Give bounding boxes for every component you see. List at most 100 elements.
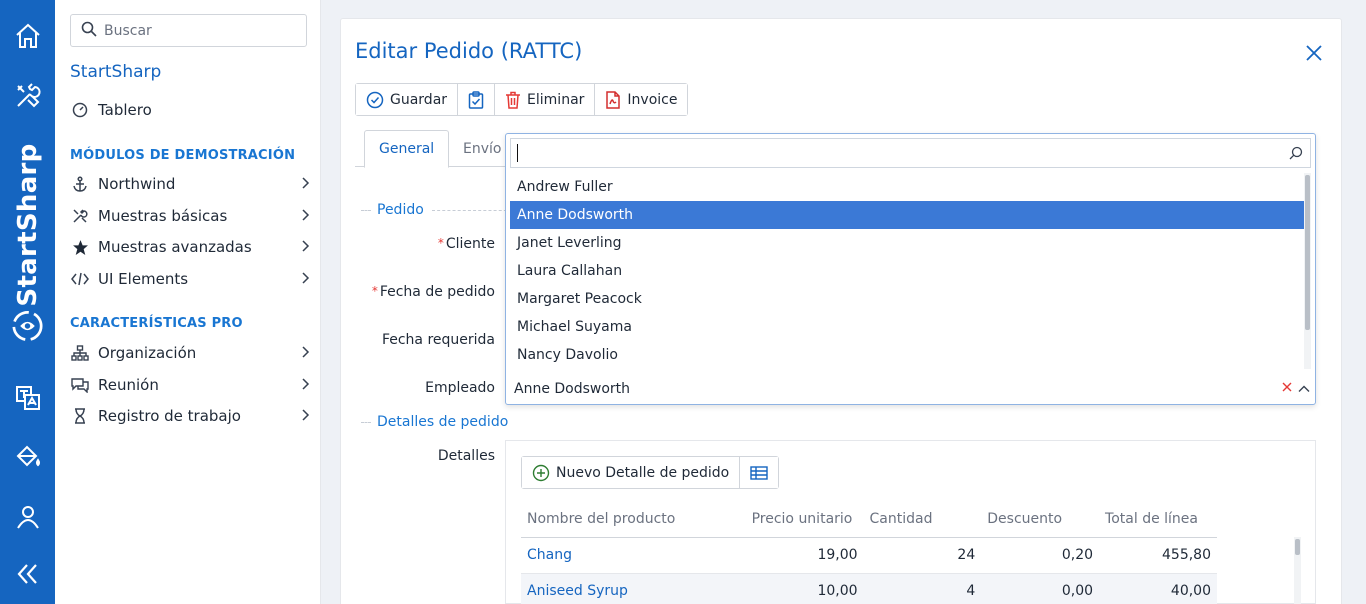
category-details-label: Detalles de pedido <box>377 414 509 430</box>
tab-general[interactable]: General <box>364 130 450 168</box>
table-row: Chang 19,00 24 0,20 455,80 <box>521 537 1217 574</box>
product-link[interactable]: Aniseed Syrup <box>521 573 746 604</box>
sidebar-item-label: Muestras básicas <box>98 207 228 225</box>
table-icon <box>750 465 768 480</box>
chevron-right-icon <box>300 208 310 226</box>
tools-icon[interactable] <box>12 80 43 111</box>
table-cell: 19,00 <box>745 537 864 574</box>
sidebar-item-dashboard[interactable]: Tablero <box>70 97 310 123</box>
clipboard-check-icon <box>468 90 484 109</box>
dropdown-option[interactable]: Andrew Fuller <box>510 173 1305 201</box>
table-cell: 0,20 <box>981 537 1100 574</box>
dropdown-option[interactable]: Michael Suyama <box>510 313 1305 341</box>
order-date-label: * Fecha de pedido <box>371 284 495 300</box>
chevron-right-icon <box>300 176 310 194</box>
translate-icon[interactable] <box>12 382 43 413</box>
sidebar-item-advanced-samples[interactable]: Muestras avanzadas <box>70 234 310 260</box>
column-picker-button[interactable] <box>740 457 779 488</box>
order-details-grid: Nuevo Detalle de pedido Nombre del produ… <box>505 440 1316 604</box>
dropdown-option[interactable]: Janet Leverling <box>510 229 1305 257</box>
home-icon[interactable] <box>12 20 43 51</box>
table-cell: 40,00 <box>1099 573 1217 604</box>
chevron-right-icon <box>300 408 310 426</box>
add-order-detail-button[interactable]: Nuevo Detalle de pedido <box>522 457 741 488</box>
anchor-icon <box>70 174 90 194</box>
invoice-button[interactable]: Invoice <box>595 84 688 115</box>
sidebar-section-pro: CARACTERÍSTICAS PRO <box>70 316 243 331</box>
dropdown-options: Andrew Fuller Anne Dodsworth Janet Lever… <box>510 173 1305 369</box>
hourglass-icon <box>70 406 90 426</box>
sidebar-item-work-log[interactable]: Registro de trabajo <box>70 403 310 429</box>
chevron-right-icon <box>300 345 310 363</box>
column-header[interactable]: Precio unitario <box>745 501 864 538</box>
chevron-up-icon[interactable] <box>1298 382 1310 398</box>
sidebar: StartSharp Tablero MÓDULOS DE DEMOSTRACI… <box>55 0 321 604</box>
search-icon <box>1289 146 1303 164</box>
dialog-title: Editar Pedido (RATTC) <box>355 39 583 63</box>
sidebar-item-label: Reunión <box>98 376 159 394</box>
table-header-row: Nombre del producto Precio unitario Cant… <box>521 501 1217 538</box>
category-order: Pedido <box>361 202 512 218</box>
dropdown-option-selected[interactable]: Anne Dodsworth <box>510 201 1305 229</box>
code-icon <box>70 269 90 289</box>
table-cell: 0,00 <box>981 573 1100 604</box>
sidebar-item-label: Registro de trabajo <box>98 407 241 425</box>
clear-icon[interactable] <box>1281 381 1293 397</box>
plus-circle-icon <box>532 464 550 482</box>
startsharp-logo-icon <box>12 310 43 341</box>
text-caret <box>517 144 518 162</box>
apply-changes-button[interactable] <box>458 84 496 115</box>
sidebar-search[interactable] <box>70 14 307 47</box>
sidebar-title[interactable]: StartSharp <box>70 62 161 82</box>
employee-label: Empleado <box>425 380 495 396</box>
icon-rail: StartSharp <box>0 0 55 604</box>
sidebar-item-northwind[interactable]: Northwind <box>70 171 310 197</box>
dropdown-option[interactable]: Nancy Davolio <box>510 341 1305 369</box>
customer-label: * Cliente <box>437 236 495 252</box>
category-details: Detalles de pedido <box>361 414 508 430</box>
trash-icon <box>505 91 521 109</box>
employee-select-value: Anne Dodsworth <box>514 381 631 397</box>
add-order-detail-label: Nuevo Detalle de pedido <box>556 464 730 481</box>
table-cell: 455,80 <box>1099 537 1217 574</box>
chevron-right-icon <box>300 271 310 289</box>
column-header[interactable]: Descuento <box>981 501 1100 538</box>
table-cell: 24 <box>863 537 982 574</box>
column-header[interactable]: Cantidad <box>863 501 982 538</box>
employee-select[interactable]: Anne Dodsworth <box>506 374 1315 404</box>
required-date-label: Fecha requerida <box>381 332 495 348</box>
sidebar-item-organization[interactable]: Organización <box>70 340 310 366</box>
sidebar-item-basic-samples[interactable]: Muestras básicas <box>70 203 310 229</box>
chevron-right-icon <box>300 377 310 395</box>
required-marker: * <box>437 236 444 250</box>
sidebar-section-demo: MÓDULOS DE DEMOSTRACIÓN <box>70 148 296 163</box>
collapse-icon[interactable] <box>12 558 43 589</box>
paint-bucket-icon[interactable] <box>12 440 43 471</box>
close-icon[interactable] <box>1304 43 1324 63</box>
chat-icon <box>70 375 90 395</box>
details-table: Nombre del producto Precio unitario Cant… <box>521 501 1217 604</box>
sidebar-item-ui-elements[interactable]: UI Elements <box>70 266 310 292</box>
search-icon <box>81 21 97 41</box>
dropdown-search-input[interactable] <box>510 138 1311 168</box>
grid-scrollbar[interactable] <box>1294 537 1301 604</box>
sidebar-item-meeting[interactable]: Reunión <box>70 372 310 398</box>
grid-toolbar: Nuevo Detalle de pedido <box>521 456 780 489</box>
delete-button[interactable]: Eliminar <box>495 84 596 115</box>
search-input[interactable] <box>104 22 284 39</box>
pdf-file-icon <box>605 90 621 109</box>
column-header[interactable]: Total de línea <box>1099 501 1217 538</box>
chevron-right-icon <box>300 239 310 257</box>
save-label: Guardar <box>390 91 448 108</box>
invoice-label: Invoice <box>627 91 678 108</box>
product-link[interactable]: Chang <box>521 537 746 574</box>
tools-icon <box>70 206 90 226</box>
brand-logo-vertical: StartSharp <box>13 143 43 307</box>
save-button[interactable]: Guardar <box>356 84 459 115</box>
user-icon[interactable] <box>12 500 43 531</box>
table-cell: 4 <box>863 573 982 604</box>
dropdown-option[interactable]: Margaret Peacock <box>510 285 1305 313</box>
column-header[interactable]: Nombre del producto <box>521 501 746 538</box>
dropdown-scrollbar[interactable] <box>1304 173 1311 369</box>
dropdown-option[interactable]: Laura Callahan <box>510 257 1305 285</box>
